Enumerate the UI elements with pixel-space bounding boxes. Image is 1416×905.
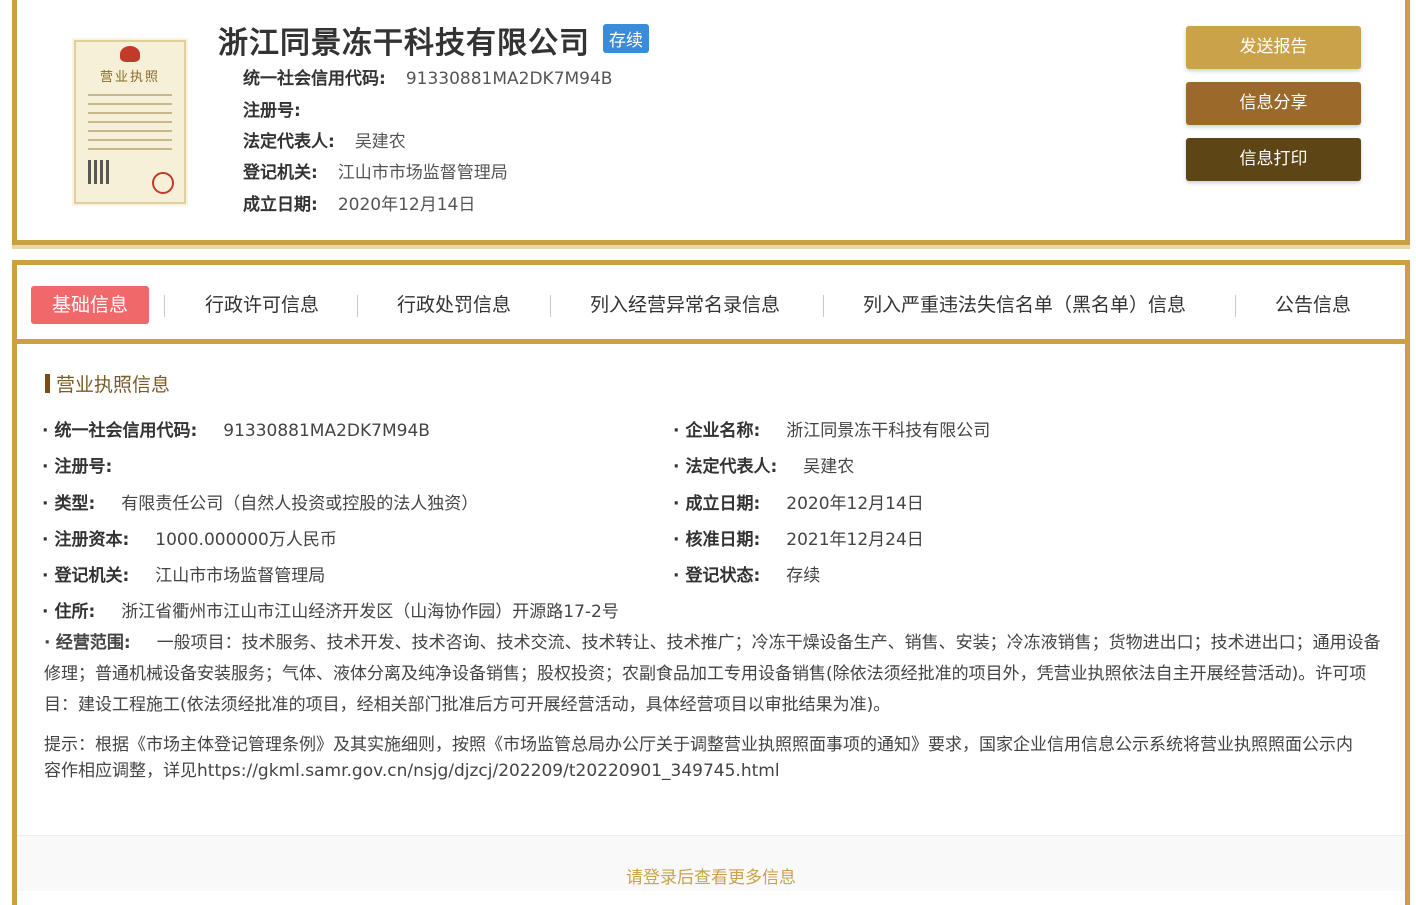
share-info-button[interactable]: 信息分享 [1186,82,1361,125]
field-value: 2021年12月24日 [786,530,924,550]
qr-code-icon [88,160,112,184]
field-approve-date: · 核准日期: 2021年12月24日 [673,530,924,550]
tab-separator [1235,295,1236,317]
header-est-date-row: 成立日期: 2020年12月14日 [243,190,475,215]
field-label: 注册号: [54,457,113,477]
field-label: 成立日期: [685,494,761,514]
tab-basic-info[interactable]: 基础信息 [31,286,150,324]
section-title-bar [45,374,50,393]
field-credit-code: · 统一社会信用代码: 91330881MA2DK7M94B [42,421,430,441]
business-license-thumbnail[interactable]: 营业执照 [74,40,186,204]
tab-separator [823,295,824,317]
field-capital: · 注册资本: 1000.000000万人民币 [42,530,337,550]
field-label: 核准日期: [685,530,761,550]
header-authority-label: 登记机关: [243,163,318,183]
field-business-scope: · 经营范围: 一般项目：技术服务、技术开发、技术咨询、技术交流、技术转让、技术推… [44,633,1381,715]
tab-abnormal-operation[interactable]: 列入经营异常名录信息 [590,286,780,324]
field-label: 注册资本: [54,530,130,550]
field-authority: · 登记机关: 江山市市场监督管理局 [42,566,326,586]
field-label: 统一社会信用代码: [54,421,198,441]
field-value: 91330881MA2DK7M94B [223,421,430,441]
tab-admin-penalty[interactable]: 行政处罚信息 [397,286,511,324]
header-est-date-label: 成立日期: [243,195,318,215]
print-info-button[interactable]: 信息打印 [1186,138,1361,181]
field-label: 法定代表人: [685,457,778,477]
tab-separator [164,295,165,317]
field-label: 登记机关: [54,566,130,586]
field-legal-rep: · 法定代表人: 吴建农 [673,457,855,477]
header-credit-code-value: 91330881MA2DK7M94B [405,69,613,89]
notice-text: 提示：根据《市场主体登记管理条例》及其实施细则，按照《市场监管总局办公厅关于调整… [44,735,1353,781]
field-type: · 类型: 有限责任公司（自然人投资或控股的法人独资） [42,494,479,514]
header-authority-value: 江山市市场监督管理局 [337,163,508,183]
field-value: 存续 [786,566,821,586]
header-credit-code-label: 统一社会信用代码: [243,69,386,89]
field-value: 江山市市场监督管理局 [155,566,326,586]
field-reg-status: · 登记状态: 存续 [673,566,821,586]
field-value: 2020年12月14日 [786,494,924,514]
field-value: 1000.000000万人民币 [155,530,337,550]
header-legal-rep-row: 法定代表人: 吴建农 [243,127,406,152]
header-legal-rep-label: 法定代表人: [243,132,335,152]
section-title-text: 营业执照信息 [56,374,171,396]
field-label: 企业名称: [685,421,761,441]
national-emblem-icon [120,46,140,62]
tab-separator [550,295,551,317]
field-label: 登记状态: [685,566,761,586]
field-label: 类型: [54,494,96,514]
tab-bar: 基础信息 行政许可信息 行政处罚信息 列入经营异常名录信息 列入严重违法失信名单… [17,265,1405,344]
header-reg-no-row: 注册号: [243,96,321,121]
license-thumb-title: 营业执照 [99,70,160,85]
login-more-link[interactable]: 请登录后查看更多信息 [626,863,796,888]
field-label: 住所: [54,602,96,622]
header-reg-no-label: 注册号: [243,101,301,121]
field-est-date: · 成立日期: 2020年12月14日 [673,494,924,514]
official-seal-icon [152,172,174,194]
field-value: 浙江同景冻干科技有限公司 [786,421,991,441]
status-badge: 存续 [603,24,649,53]
field-reg-no: · 注册号: [42,457,113,477]
field-company-name: · 企业名称: 浙江同景冻干科技有限公司 [673,421,991,441]
login-more-strip: 请登录后查看更多信息 [17,835,1405,891]
company-name-title: 浙江同景冻干科技有限公司 [218,26,590,61]
company-header-card: 营业执照 浙江同景冻干科技有限公司 存续 统一社会信用代码: 91330881MA… [12,0,1410,245]
header-est-date-value: 2020年12月14日 [337,195,476,215]
field-address: · 住所: 浙江省衢州市江山市江山经济开发区（山海协作园）开源路17-2号 [42,602,619,622]
tab-separator [357,295,358,317]
header-authority-row: 登记机关: 江山市市场监督管理局 [243,158,508,183]
license-text-lines [88,94,172,157]
field-value: 吴建农 [803,457,855,477]
tab-admin-license[interactable]: 行政许可信息 [205,286,319,324]
header-legal-rep-value: 吴建农 [354,132,406,152]
field-value: 有限责任公司（自然人投资或控股的法人独资） [121,494,479,514]
section-title: 营业执照信息 [45,370,170,397]
tab-serious-violation-blacklist[interactable]: 列入严重违法失信名单（黑名单）信息 [863,286,1186,324]
field-label: 经营范围: [55,633,131,653]
header-credit-code-row: 统一社会信用代码: 91330881MA2DK7M94B [243,64,612,89]
field-value: 一般项目：技术服务、技术开发、技术咨询、技术交流、技术转让、技术推广；冷冻干燥设… [44,633,1381,715]
tab-announcements[interactable]: 公告信息 [1275,286,1351,324]
send-report-button[interactable]: 发送报告 [1186,26,1361,69]
field-value: 浙江省衢州市江山市江山经济开发区（山海协作园）开源路17-2号 [121,602,619,622]
